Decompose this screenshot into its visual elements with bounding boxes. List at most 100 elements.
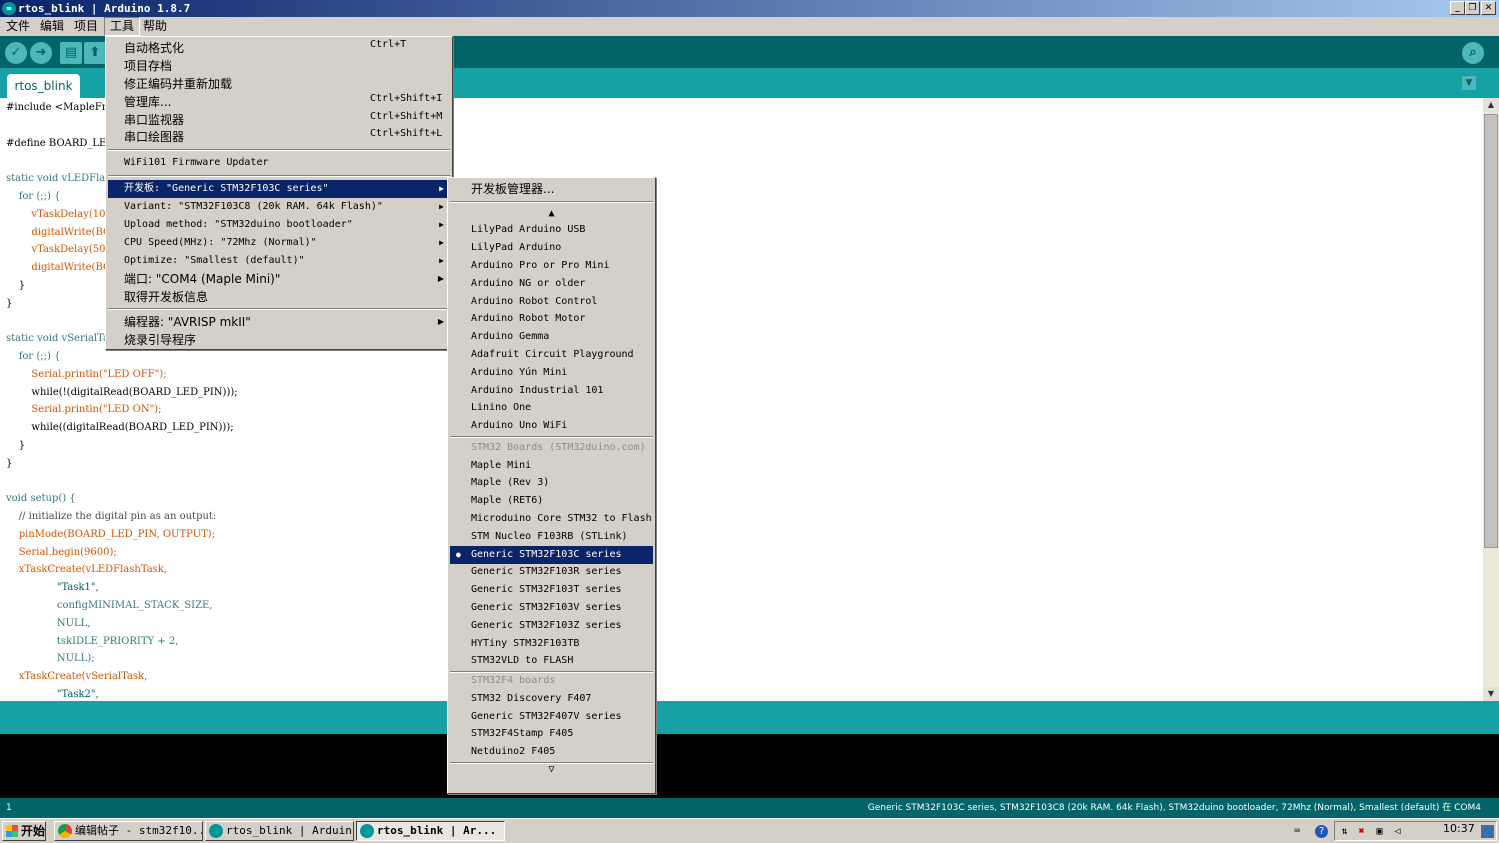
menu-file[interactable]: 文件	[1, 17, 35, 36]
show-desktop-icon[interactable]	[1481, 825, 1494, 838]
menu-item-cpu-speed[interactable]: CPU Speed(MHz): "72Mhz (Normal)" ▶	[108, 234, 450, 252]
board-item[interactable]: STM32F4Stamp F405	[450, 725, 653, 743]
board-item[interactable]: Adafruit Circuit Playground	[450, 346, 653, 364]
board-status: Generic STM32F103C series, STM32F103C8 (…	[867, 803, 1481, 813]
taskbar-item-chrome[interactable]: 编辑帖子 - stm32f10...	[54, 821, 203, 841]
board-item[interactable]: STM32 Discovery F407	[450, 690, 653, 708]
board-item[interactable]: Generic STM32F103Z series	[450, 617, 653, 635]
start-button[interactable]: 开始	[2, 821, 46, 841]
board-item[interactable]: STM Nucleo F103RB (STLink)	[450, 528, 653, 546]
menu-item-optimize[interactable]: Optimize: "Smallest (default)" ▶	[108, 252, 450, 270]
menu-separator	[450, 436, 653, 438]
code-line: Serial.println("LED OFF");	[6, 369, 167, 380]
board-item[interactable]: Arduino NG or older	[450, 275, 653, 293]
board-item[interactable]: Generic STM32F103R series	[450, 563, 653, 581]
menu-item-boards-manager[interactable]: 开发板管理器...	[450, 180, 653, 198]
board-item[interactable]: LilyPad Arduino USB	[450, 221, 653, 239]
menu-item-port[interactable]: 端口: "COM4 (Maple Mini)" ▶	[108, 270, 450, 288]
tab-rtos-blink[interactable]: rtos_blink	[7, 74, 80, 98]
menu-item-serial-plotter[interactable]: 串口绘图器 Ctrl+Shift+L	[108, 128, 450, 146]
message-area	[0, 701, 1499, 734]
minimize-button[interactable]: _	[1450, 1, 1465, 15]
menu-item-serial-monitor[interactable]: 串口监视器 Ctrl+Shift+M	[108, 111, 450, 129]
menu-tools[interactable]: 工具	[104, 17, 141, 36]
board-item[interactable]: Generic STM32F103V series	[450, 599, 653, 617]
code-line: NULL);	[6, 653, 95, 664]
scroll-up-arrow-icon[interactable]: ▲	[1483, 98, 1499, 112]
menu-item-archive-sketch[interactable]: 项目存档	[108, 57, 450, 75]
verify-icon[interactable]: ✓	[5, 42, 27, 64]
menu-item-board[interactable]: 开发板: "Generic STM32F103C series" ▶	[108, 180, 450, 198]
close-button[interactable]: ✕	[1481, 1, 1496, 15]
code-line: "Task2",	[6, 689, 99, 700]
system-tray: ⌨ ? ⇅ ✖ ▣ ◁ 10:37	[1294, 821, 1497, 841]
open-icon[interactable]: ⬆	[84, 42, 106, 64]
board-item[interactable]: Arduino Pro or Pro Mini	[450, 257, 653, 275]
board-item[interactable]: Linino One	[450, 399, 653, 417]
menu-item-burn-bootloader[interactable]: 烧录引导程序	[108, 331, 450, 349]
board-item[interactable]: LilyPad Arduino	[450, 239, 653, 257]
board-item[interactable]: Generic STM32F103T series	[450, 581, 653, 599]
chrome-icon	[58, 824, 72, 838]
board-item[interactable]: Arduino Gemma	[450, 328, 653, 346]
board-item[interactable]: Netduino2 F405	[450, 743, 653, 761]
board-item[interactable]: Maple (RET6)	[450, 492, 653, 510]
board-item[interactable]: Maple Mini	[450, 457, 653, 475]
security-alert-icon[interactable]: ✖	[1355, 825, 1368, 838]
new-icon[interactable]: ▤	[60, 42, 82, 64]
board-item[interactable]: Microduino Core STM32 to Flash	[450, 510, 653, 528]
help-icon[interactable]: ?	[1315, 825, 1328, 838]
code-line: tskIDLE_PRIORITY + 2,	[6, 636, 179, 647]
submenu-arrow-icon: ▶	[437, 274, 444, 283]
menu-item-variant[interactable]: Variant: "STM32F103C8 (20k RAM. 64k Flas…	[108, 198, 450, 216]
menu-item-upload-method[interactable]: Upload method: "STM32duino bootloader" ▶	[108, 216, 450, 234]
tools-menu: 自动格式化 Ctrl+T 项目存档 修正编码并重新加载 管理库... Ctrl+Sh…	[105, 36, 453, 350]
arduino-icon	[360, 824, 374, 838]
board-item[interactable]: Arduino Robot Control	[450, 293, 653, 311]
menu-item-programmer[interactable]: 编程器: "AVRISP mkII" ▶	[108, 313, 450, 331]
menu-help[interactable]: 帮助	[138, 17, 172, 36]
code-line: // initialize the digital pin as an outp…	[6, 511, 217, 522]
board-item[interactable]: HYTiny STM32F103TB	[450, 635, 653, 653]
submenu-arrow-icon: ▶	[439, 256, 444, 265]
scroll-down-arrow-icon[interactable]: ▼	[1483, 687, 1499, 701]
volume-icon[interactable]: ◁	[1391, 825, 1404, 838]
code-line: pinMode(BOARD_LED_PIN, OUTPUT);	[6, 529, 216, 540]
code-line: void setup() {	[6, 493, 76, 504]
menu-scroll-down-icon[interactable]: ▽	[450, 761, 653, 779]
menu-item-fix-encoding[interactable]: 修正编码并重新加载	[108, 75, 450, 93]
console-output[interactable]	[0, 734, 1499, 798]
board-item[interactable]: Arduino Yún Mini	[450, 364, 653, 382]
menu-edit[interactable]: 编辑	[35, 17, 69, 36]
upload-icon[interactable]: ➜	[30, 42, 52, 64]
taskbar-item-arduino-1[interactable]: rtos_blink | Arduin...	[205, 821, 354, 841]
code-line: while((digitalRead(BOARD_LED_PIN)));	[6, 422, 234, 433]
board-item[interactable]: Arduino Industrial 101	[450, 382, 653, 400]
menu-item-wifi101-updater[interactable]: WiFi101 Firmware Updater	[108, 154, 450, 172]
keyboard-icon[interactable]: ⌨	[1289, 825, 1305, 838]
board-item[interactable]: Generic STM32F407V series	[450, 708, 653, 726]
board-item[interactable]: Arduino Robot Motor	[450, 310, 653, 328]
tab-menu-arrow-icon[interactable]: ▼	[1462, 76, 1476, 90]
menu-item-board-info[interactable]: 取得开发板信息	[108, 288, 450, 306]
taskbar-item-arduino-2[interactable]: rtos_blink | Ar...	[356, 821, 505, 841]
menu-item-manage-libraries[interactable]: 管理库... Ctrl+Shift+I	[108, 93, 450, 111]
menu-item-auto-format[interactable]: 自动格式化 Ctrl+T	[108, 39, 450, 57]
menu-sketch[interactable]: 项目	[69, 17, 103, 36]
submenu-arrow-icon: ▶	[439, 220, 444, 229]
code-line: }	[6, 280, 26, 291]
radio-bullet-icon: ●	[456, 550, 461, 559]
editor-scrollbar[interactable]: ▲ ▼	[1483, 98, 1499, 701]
code-line: xTaskCreate(vLEDFlashTask,	[6, 564, 168, 575]
network-icon[interactable]: ▣	[1373, 825, 1386, 838]
board-item[interactable]: Maple (Rev 3)	[450, 474, 653, 492]
board-item[interactable]: Arduino Uno WiFi	[450, 417, 653, 435]
board-item-selected[interactable]: ● Generic STM32F103C series	[450, 546, 653, 564]
tray-expand-icon[interactable]: ⇅	[1338, 825, 1351, 838]
restore-button[interactable]: ❐	[1465, 1, 1480, 15]
board-item[interactable]: STM32VLD to FLASH	[450, 652, 653, 670]
scrollbar-thumb[interactable]	[1484, 114, 1498, 548]
windows-flag-icon	[6, 825, 18, 837]
serial-monitor-icon[interactable]: ⌕	[1462, 42, 1484, 64]
code-line: xTaskCreate(vSerialTask,	[6, 671, 148, 682]
